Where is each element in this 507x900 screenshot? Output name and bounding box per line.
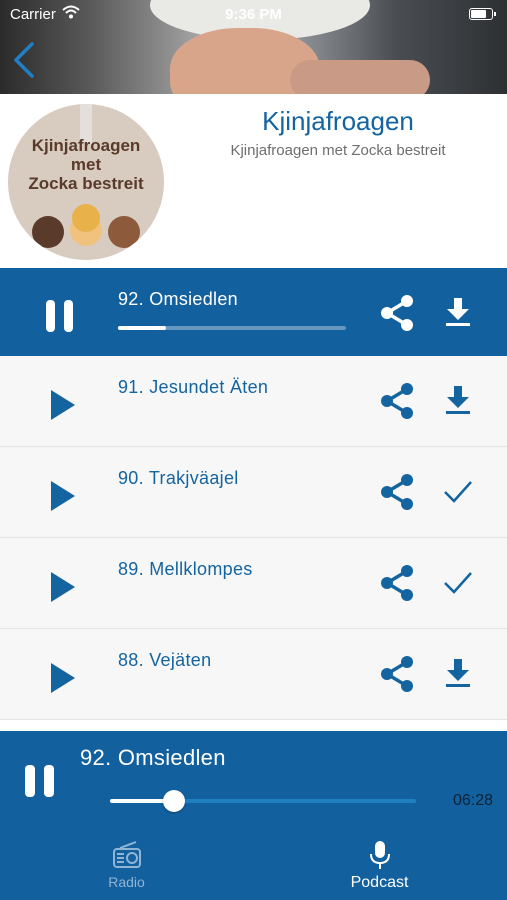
- play-icon: [51, 481, 75, 511]
- chevron-left-icon: [14, 42, 34, 78]
- pause-button[interactable]: [44, 298, 76, 334]
- microphone-icon: [369, 841, 390, 869]
- share-icon: [381, 565, 413, 601]
- play-button[interactable]: [48, 388, 78, 422]
- player-seek-track[interactable]: [110, 799, 416, 803]
- share-button[interactable]: [378, 563, 416, 603]
- episode-title: 91. Jesundet Äten: [118, 377, 269, 397]
- download-icon: [446, 298, 470, 326]
- player-seek-thumb[interactable]: [163, 790, 186, 812]
- download-icon: [446, 659, 470, 687]
- share-button[interactable]: [378, 381, 416, 421]
- share-icon: [381, 656, 413, 692]
- episode-row[interactable]: 88. Vejäten: [0, 629, 507, 720]
- play-button[interactable]: [48, 661, 78, 695]
- now-playing-bar: 92. Omsiedlen 06:28: [0, 731, 507, 831]
- download-icon: [446, 386, 470, 414]
- episode-list: 92. Omsiedlen 91. Jesundet Äten 90. Trak…: [0, 268, 507, 720]
- downloaded-indicator: [442, 566, 474, 598]
- share-button[interactable]: [378, 293, 416, 333]
- play-button[interactable]: [48, 570, 78, 604]
- podcast-cover: Kjinjafroagen met Zocka bestreit: [8, 104, 164, 260]
- episode-progress: [118, 326, 346, 330]
- download-button[interactable]: [442, 657, 474, 689]
- player-duration: 06:28: [452, 792, 493, 809]
- cover-text: Kjinjafroagen met Zocka bestreit: [28, 136, 144, 193]
- episode-title: 89. Mellklompes: [118, 559, 253, 579]
- play-icon: [51, 572, 75, 602]
- pause-icon: [46, 300, 73, 332]
- player-pause-button[interactable]: [22, 763, 58, 799]
- player-title: 92. Omsiedlen: [80, 745, 226, 770]
- tab-radio[interactable]: Radio: [0, 831, 253, 900]
- download-button[interactable]: [442, 296, 474, 328]
- episode-title: 92. Omsiedlen: [118, 289, 238, 309]
- battery-icon: [469, 8, 496, 20]
- pause-icon: [25, 765, 54, 797]
- checkmark-icon: [444, 481, 472, 503]
- podcast-title: Kjinjafroagen: [262, 106, 414, 136]
- share-button[interactable]: [378, 472, 416, 512]
- tab-podcast-label: Podcast: [350, 874, 409, 891]
- downloaded-indicator: [442, 475, 474, 507]
- tab-podcast[interactable]: Podcast: [253, 831, 506, 900]
- arm-shape: [290, 60, 430, 94]
- play-icon: [51, 663, 75, 693]
- back-button[interactable]: [12, 42, 38, 78]
- play-button[interactable]: [48, 479, 78, 513]
- checkmark-icon: [444, 572, 472, 594]
- episode-row[interactable]: 91. Jesundet Äten: [0, 356, 507, 447]
- status-bar: Carrier 9:36 PM: [0, 4, 507, 24]
- tab-bar: Radio Podcast: [0, 831, 507, 900]
- radio-icon: [112, 841, 141, 868]
- tab-radio-label: Radio: [108, 874, 145, 890]
- share-button[interactable]: [378, 654, 416, 694]
- status-time: 9:36 PM: [225, 6, 282, 23]
- download-button[interactable]: [442, 384, 474, 416]
- episode-row[interactable]: 89. Mellklompes: [0, 538, 507, 629]
- podcast-header: Kjinjafroagen met Zocka bestreit Kjinjaf…: [0, 94, 507, 268]
- podcast-subtitle: Kjinjafroagen met Zocka bestreit: [230, 142, 446, 159]
- share-icon: [381, 474, 413, 510]
- header-image: Carrier 9:36 PM: [0, 0, 507, 94]
- share-icon: [381, 295, 413, 331]
- episode-title: 88. Vejäten: [118, 650, 212, 670]
- episode-row[interactable]: 90. Trakjväajel: [0, 447, 507, 538]
- play-icon: [51, 390, 75, 420]
- episode-title: 90. Trakjväajel: [118, 468, 239, 488]
- share-icon: [381, 383, 413, 419]
- episode-row[interactable]: 92. Omsiedlen: [0, 268, 507, 356]
